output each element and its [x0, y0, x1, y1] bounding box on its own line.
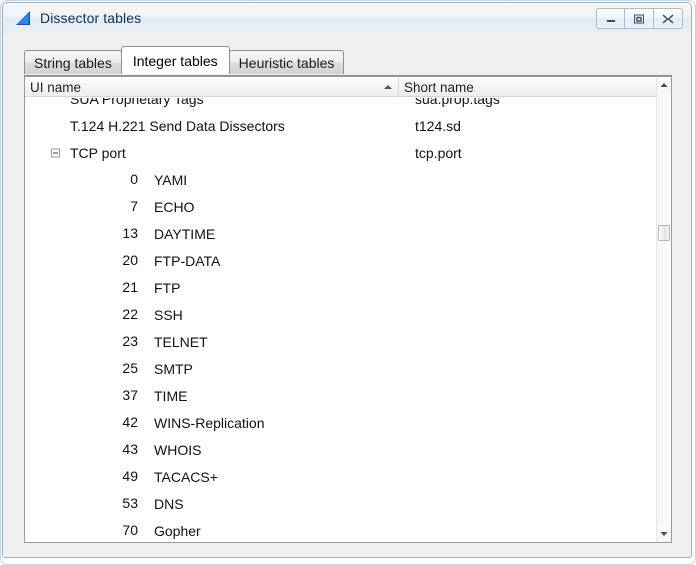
column-header-label: UI name [30, 79, 82, 95]
tab-widget: String tables Integer tables Heuristic t… [24, 46, 672, 543]
cell-short-name: ECHO [154, 198, 195, 215]
table-row[interactable]: 13 DAYTIME [25, 220, 656, 247]
cell-ui-name: 53 [122, 495, 138, 511]
dissector-table-listview[interactable]: UI name Short name SUA Proprietary Tags … [24, 76, 672, 543]
cell-ui-name: SUA Proprietary Tags [70, 98, 204, 107]
close-icon [662, 14, 674, 23]
table-row[interactable]: 42 WINS-Replication [25, 409, 656, 436]
maximize-icon [634, 14, 644, 23]
cell-ui-name: 49 [122, 468, 138, 484]
cell-ui-name: 0 [130, 171, 138, 187]
cell-short-name: DNS [154, 495, 184, 512]
table-row[interactable]: 49 TACACS+ [25, 463, 656, 490]
maximize-button[interactable] [625, 8, 654, 29]
cell-ui-name: 13 [122, 225, 138, 241]
table-row[interactable]: 0 YAMI [25, 166, 656, 193]
column-header-label: Short name [404, 79, 474, 95]
table-row[interactable]: 20 FTP-DATA [25, 247, 656, 274]
cell-short-name: YAMI [154, 171, 188, 188]
tab-bar: String tables Integer tables Heuristic t… [24, 46, 345, 74]
table-row[interactable]: 22 SSH [25, 301, 656, 328]
cell-ui-name: 25 [122, 360, 138, 376]
cell-short-name: Gopher [154, 522, 201, 539]
title-bar[interactable]: Dissector tables [3, 3, 691, 34]
wireshark-shark-fin-icon [15, 11, 35, 27]
cell-short-name: WINS-Replication [154, 414, 265, 431]
table-row[interactable]: T.124 H.221 Send Data Dissectors t124.sd [25, 112, 656, 139]
tab-label: String tables [34, 54, 112, 71]
table-row[interactable]: 70 Gopher [25, 517, 656, 542]
cell-ui-name-container: TCP port [25, 139, 399, 166]
scroll-up-icon [660, 83, 668, 87]
tab-string-tables[interactable]: String tables [24, 50, 122, 74]
client-area: String tables Integer tables Heuristic t… [3, 34, 691, 557]
table-rows: SUA Proprietary Tags sua.prop.tags T.124… [25, 98, 656, 542]
table-row[interactable]: SUA Proprietary Tags sua.prop.tags [25, 98, 656, 112]
scroll-down-icon [660, 532, 668, 536]
cell-ui-name: 43 [122, 441, 138, 457]
cell-short-name: TIME [154, 387, 188, 404]
cell-short-name: SMTP [154, 360, 193, 377]
tab-label: Integer tables [132, 52, 218, 69]
cell-short-name: TELNET [154, 333, 208, 350]
column-header-short-name[interactable]: Short name [399, 77, 671, 97]
sort-ascending-icon [384, 85, 392, 89]
table-header-row: UI name Short name [25, 77, 671, 97]
cell-short-name: TACACS+ [154, 468, 218, 485]
cell-short-name: DAYTIME [154, 225, 216, 242]
table-row[interactable]: 7 ECHO [25, 193, 656, 220]
cell-ui-name: 7 [130, 198, 138, 214]
table-row[interactable]: 21 FTP [25, 274, 656, 301]
vertical-scrollbar[interactable] [656, 77, 671, 542]
cell-ui-name: 22 [122, 306, 138, 322]
table-row-tcp-port[interactable]: TCP port tcp.port [25, 139, 656, 166]
column-header-ui-name[interactable]: UI name [25, 77, 399, 97]
cell-short-name: tcp.port [415, 144, 462, 161]
table-row[interactable]: 43 WHOIS [25, 436, 656, 463]
tab-heuristic-tables[interactable]: Heuristic tables [228, 50, 345, 74]
scrollbar-thumb[interactable] [658, 225, 670, 241]
close-button[interactable] [654, 8, 683, 29]
cell-short-name: WHOIS [154, 441, 202, 458]
collapse-expander-icon[interactable] [51, 148, 60, 157]
tab-integer-tables[interactable]: Integer tables [120, 46, 230, 74]
minimize-button[interactable] [596, 8, 625, 29]
cell-ui-name: 37 [122, 387, 138, 403]
cell-ui-name: T.124 H.221 Send Data Dissectors [70, 117, 285, 134]
table-row[interactable]: 37 TIME [25, 382, 656, 409]
table-row[interactable]: 23 TELNET [25, 328, 656, 355]
cell-ui-name: 20 [122, 252, 138, 268]
cell-short-name: FTP [154, 279, 181, 296]
caption-buttons [596, 8, 683, 29]
cell-short-name: sua.prop.tags [415, 98, 500, 107]
cell-ui-name: TCP port [70, 144, 126, 161]
scroll-down-button[interactable] [657, 526, 671, 542]
cell-short-name: SSH [154, 306, 183, 323]
cell-ui-name: 70 [122, 522, 138, 538]
minimize-icon [606, 19, 615, 22]
cell-short-name: t124.sd [415, 117, 461, 134]
table-row[interactable]: 25 SMTP [25, 355, 656, 382]
cell-ui-name: 42 [122, 414, 138, 430]
tab-label: Heuristic tables [238, 54, 335, 71]
dissector-tables-window: Dissector tables String tables Integer t… [0, 0, 696, 565]
scroll-up-button[interactable] [657, 77, 671, 93]
window-title: Dissector tables [40, 10, 142, 26]
cell-ui-name: 21 [122, 279, 138, 295]
cell-short-name: FTP-DATA [154, 252, 221, 269]
cell-ui-name: 23 [122, 333, 138, 349]
table-row[interactable]: 53 DNS [25, 490, 656, 517]
